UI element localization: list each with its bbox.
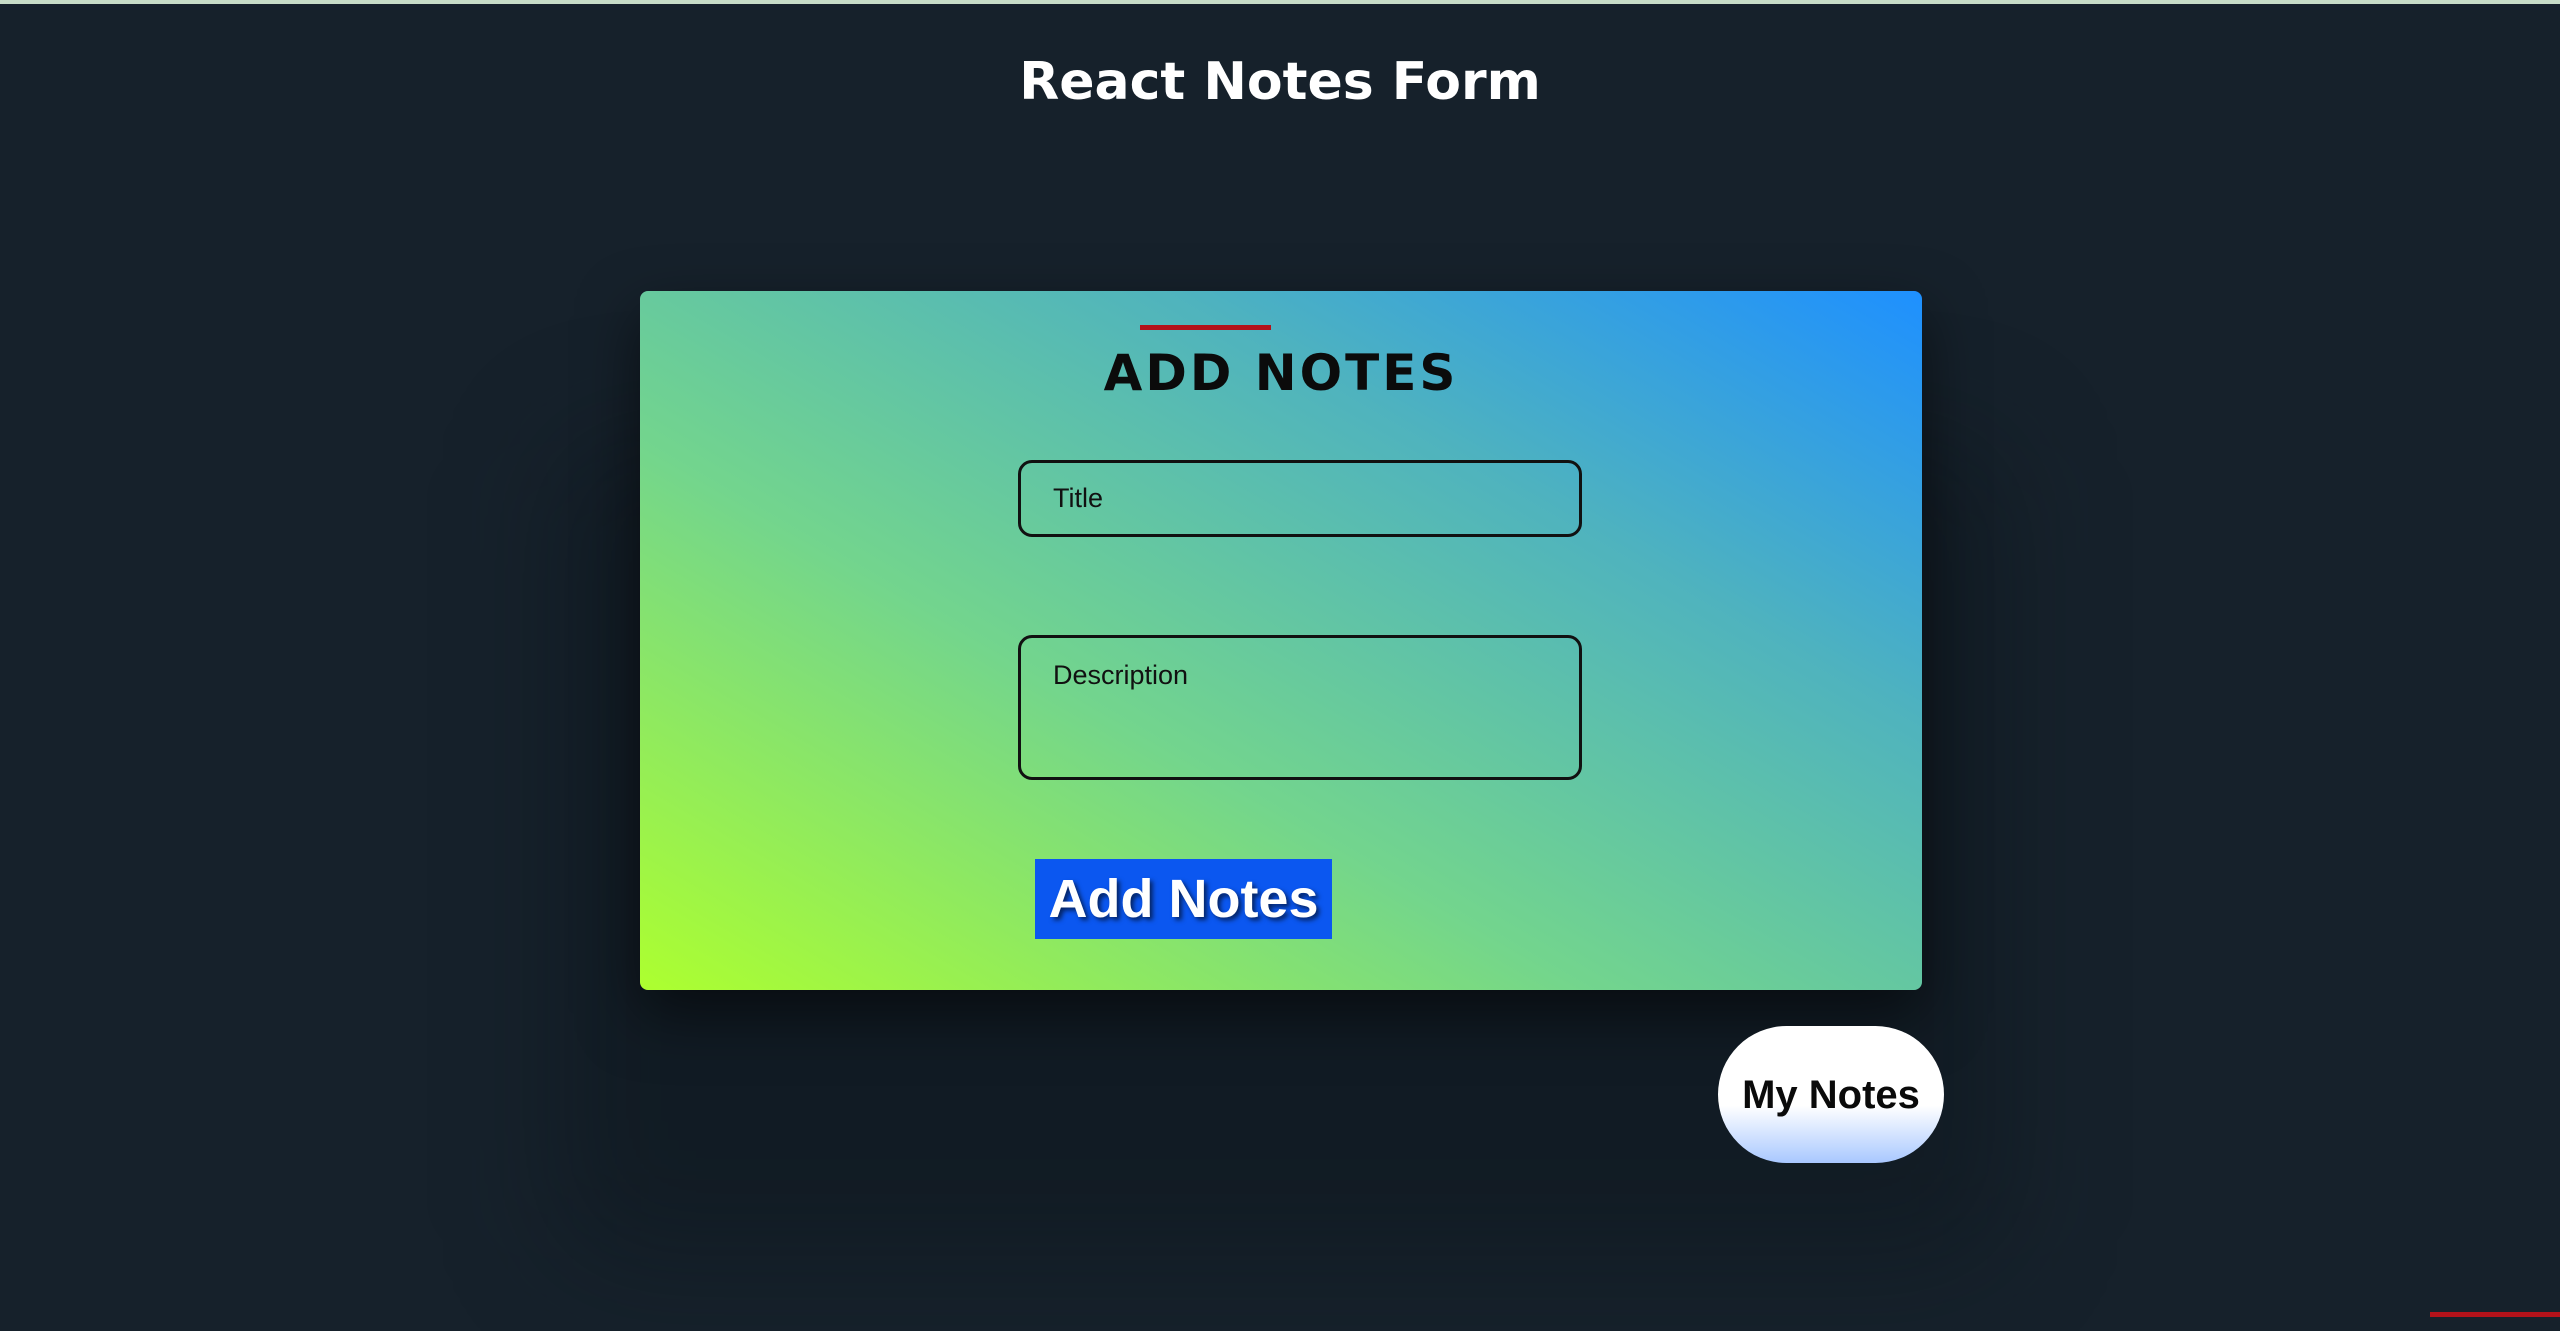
add-note-card: ADD NOTES Add Notes xyxy=(640,291,1922,990)
corner-accent-bar xyxy=(2430,1312,2560,1317)
my-notes-button[interactable]: My Notes xyxy=(1718,1026,1944,1163)
page: React Notes Form ADD NOTES Add Notes My … xyxy=(0,0,2560,1331)
add-notes-button[interactable]: Add Notes xyxy=(1035,859,1332,939)
top-strip xyxy=(0,0,2560,4)
title-input[interactable] xyxy=(1018,460,1582,537)
page-title: React Notes Form xyxy=(1019,52,1541,112)
description-input[interactable] xyxy=(1018,635,1582,780)
form-heading: ADD NOTES xyxy=(1103,344,1459,402)
heading-accent-bar xyxy=(1140,325,1271,330)
